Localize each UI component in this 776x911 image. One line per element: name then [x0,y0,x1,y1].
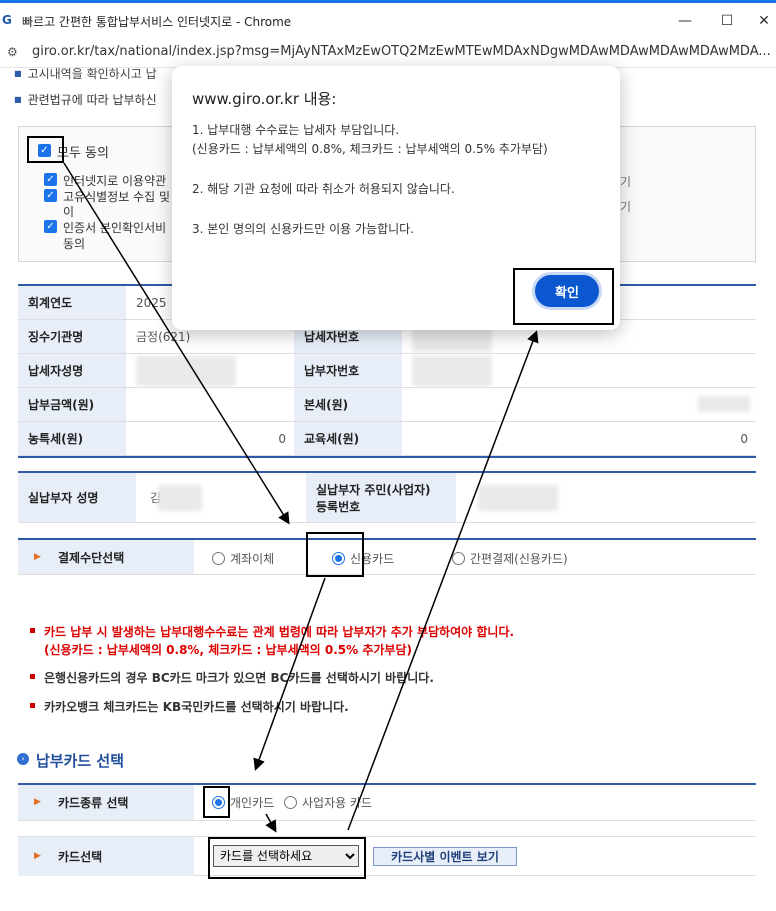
dialog-title: www.giro.or.kr 내용: [192,90,337,108]
dialog-line-3: 2. 해당 기관 요청에 따라 취소가 허용되지 않습니다. [192,182,455,196]
arrow-personal-to-select [265,813,277,833]
arrow-card-to-personal [253,577,326,771]
dialog-line-4: 3. 본인 명의의 신용카드만 이용 가능합니다. [192,222,415,236]
highlight-box-ok [513,268,614,325]
dialog-line-1: 1. 납부대행 수수료는 납세자 부담입니다. [192,123,400,137]
dialog-line-2: (신용카드 : 납부세액의 0.8%, 체크카드 : 납부세액의 0.5% 추가… [192,142,548,156]
arrow-select-to-confirm [347,330,539,831]
